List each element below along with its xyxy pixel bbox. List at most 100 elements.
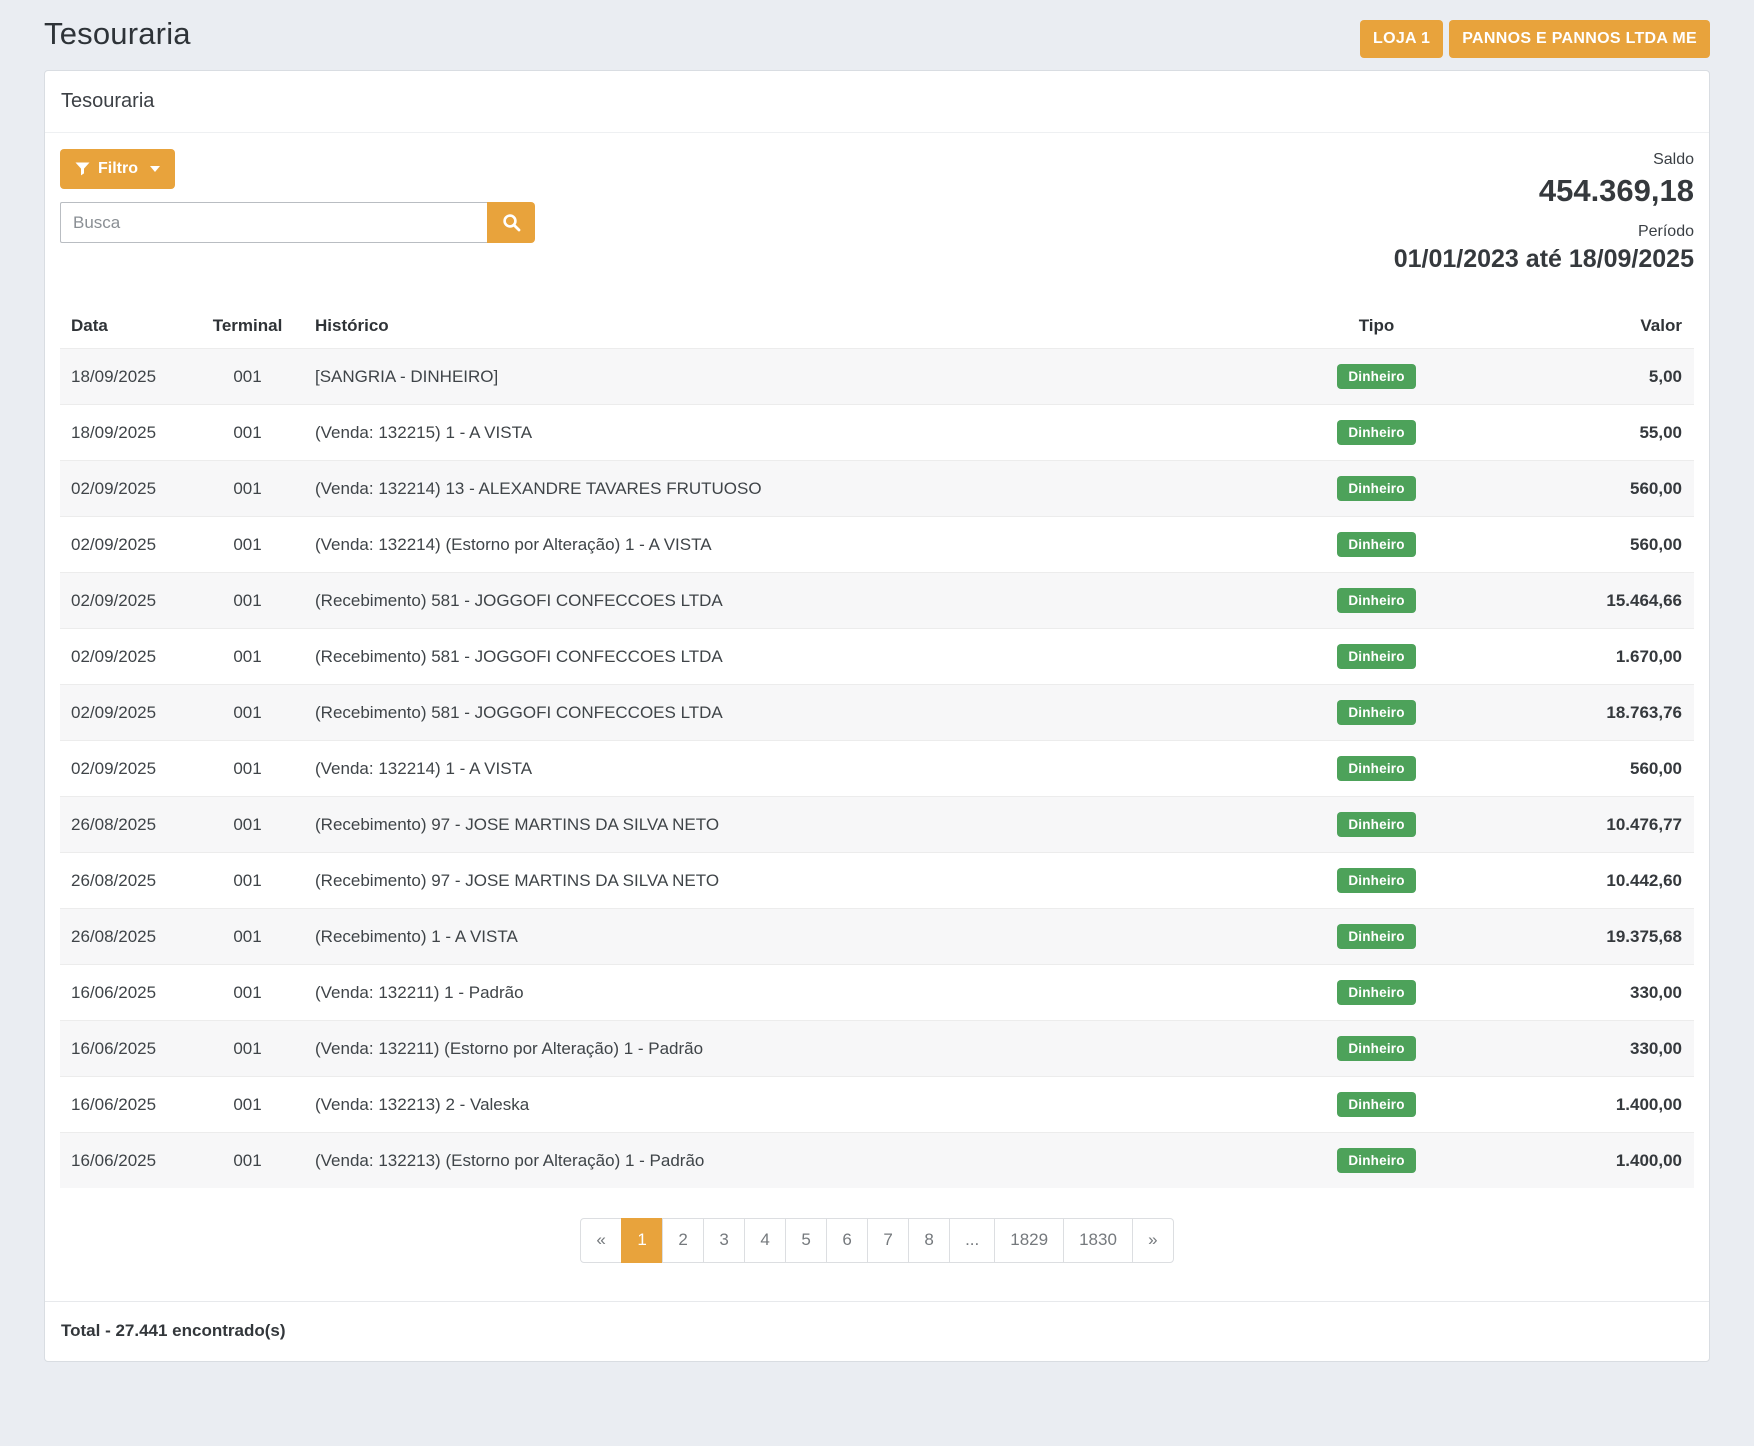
page-button[interactable]: 1830: [1063, 1218, 1133, 1263]
cell-valor: 1.400,00: [1519, 1077, 1694, 1133]
cell-terminal: 001: [190, 1077, 305, 1133]
cell-terminal: 001: [190, 685, 305, 741]
cell-historico: (Venda: 132213) 2 - Valeska: [305, 1077, 1234, 1133]
page-button[interactable]: 1: [621, 1218, 663, 1263]
saldo-label: Saldo: [1394, 151, 1694, 169]
page-button[interactable]: 5: [785, 1218, 827, 1263]
cell-valor: 560,00: [1519, 517, 1694, 573]
top-buttons: LOJA 1 PANNOS E PANNOS LTDA ME: [1360, 14, 1710, 58]
table-row[interactable]: 18/09/2025 001 [SANGRIA - DINHEIRO] Dinh…: [60, 349, 1694, 405]
table-row[interactable]: 02/09/2025 001 (Venda: 132214) 13 - ALEX…: [60, 461, 1694, 517]
funnel-icon: [75, 162, 90, 176]
chevron-down-icon: [150, 166, 160, 172]
cell-tipo: Dinheiro: [1234, 853, 1519, 909]
cell-data: 16/06/2025: [60, 1021, 190, 1077]
table-row[interactable]: 02/09/2025 001 (Venda: 132214) 1 - A VIS…: [60, 741, 1694, 797]
cell-tipo: Dinheiro: [1234, 965, 1519, 1021]
tipo-badge: Dinheiro: [1337, 980, 1415, 1005]
tipo-badge: Dinheiro: [1337, 588, 1415, 613]
summary-panel: Saldo 454.369,18 Período 01/01/2023 até …: [1394, 149, 1694, 274]
cell-valor: 19.375,68: [1519, 909, 1694, 965]
cell-valor: 560,00: [1519, 461, 1694, 517]
table-row[interactable]: 16/06/2025 001 (Venda: 132213) (Estorno …: [60, 1133, 1694, 1189]
page-title: Tesouraria: [44, 14, 191, 52]
tipo-badge: Dinheiro: [1337, 756, 1415, 781]
page-button[interactable]: 7: [867, 1218, 909, 1263]
cell-valor: 1.670,00: [1519, 629, 1694, 685]
table-row[interactable]: 26/08/2025 001 (Recebimento) 97 - JOSE M…: [60, 797, 1694, 853]
cell-tipo: Dinheiro: [1234, 461, 1519, 517]
page-button: ...: [949, 1218, 995, 1263]
tipo-badge: Dinheiro: [1337, 364, 1415, 389]
cell-historico: (Venda: 132211) 1 - Padrão: [305, 965, 1234, 1021]
cell-terminal: 001: [190, 797, 305, 853]
page-button[interactable]: 4: [744, 1218, 786, 1263]
page-button[interactable]: 6: [826, 1218, 868, 1263]
card-body: Filtro: [45, 133, 1709, 1301]
cell-tipo: Dinheiro: [1234, 1133, 1519, 1189]
table-row[interactable]: 02/09/2025 001 (Recebimento) 581 - JOGGO…: [60, 573, 1694, 629]
tipo-badge: Dinheiro: [1337, 420, 1415, 445]
cell-valor: 560,00: [1519, 741, 1694, 797]
cell-terminal: 001: [190, 461, 305, 517]
table-row[interactable]: 26/08/2025 001 (Recebimento) 1 - A VISTA…: [60, 909, 1694, 965]
cell-data: 02/09/2025: [60, 741, 190, 797]
table-row[interactable]: 02/09/2025 001 (Recebimento) 581 - JOGGO…: [60, 629, 1694, 685]
store-button[interactable]: LOJA 1: [1360, 20, 1443, 58]
tipo-badge: Dinheiro: [1337, 924, 1415, 949]
search-icon: [502, 213, 521, 232]
cell-valor: 5,00: [1519, 349, 1694, 405]
cell-historico: (Venda: 132213) (Estorno por Alteração) …: [305, 1133, 1234, 1189]
cell-data: 02/09/2025: [60, 517, 190, 573]
cell-tipo: Dinheiro: [1234, 1077, 1519, 1133]
cell-historico: (Venda: 132211) (Estorno por Alteração) …: [305, 1021, 1234, 1077]
col-data: Data: [60, 304, 190, 349]
cell-tipo: Dinheiro: [1234, 797, 1519, 853]
table-row[interactable]: 16/06/2025 001 (Venda: 132211) (Estorno …: [60, 1021, 1694, 1077]
cell-terminal: 001: [190, 349, 305, 405]
cell-tipo: Dinheiro: [1234, 517, 1519, 573]
cell-tipo: Dinheiro: [1234, 1021, 1519, 1077]
table-row[interactable]: 16/06/2025 001 (Venda: 132211) 1 - Padrã…: [60, 965, 1694, 1021]
transactions-table: Data Terminal Histórico Tipo Valor 18/09…: [60, 304, 1694, 1188]
cell-historico: (Recebimento) 1 - A VISTA: [305, 909, 1234, 965]
card-title: Tesouraria: [45, 71, 1709, 133]
tipo-badge: Dinheiro: [1337, 532, 1415, 557]
page-button[interactable]: 3: [703, 1218, 745, 1263]
table-row[interactable]: 02/09/2025 001 (Venda: 132214) (Estorno …: [60, 517, 1694, 573]
tipo-badge: Dinheiro: [1337, 700, 1415, 725]
page-button[interactable]: 2: [662, 1218, 704, 1263]
table-row[interactable]: 18/09/2025 001 (Venda: 132215) 1 - A VIS…: [60, 405, 1694, 461]
cell-valor: 1.400,00: [1519, 1133, 1694, 1189]
cell-terminal: 001: [190, 909, 305, 965]
tipo-badge: Dinheiro: [1337, 812, 1415, 837]
page-button[interactable]: 1829: [994, 1218, 1064, 1263]
table-header: Data Terminal Histórico Tipo Valor: [60, 304, 1694, 349]
cell-tipo: Dinheiro: [1234, 741, 1519, 797]
cell-data: 16/06/2025: [60, 1077, 190, 1133]
search-input[interactable]: [60, 202, 487, 243]
cell-data: 16/06/2025: [60, 965, 190, 1021]
total-footer: Total - 27.441 encontrado(s): [45, 1301, 1709, 1361]
cell-data: 02/09/2025: [60, 685, 190, 741]
table-row[interactable]: 16/06/2025 001 (Venda: 132213) 2 - Vales…: [60, 1077, 1694, 1133]
page-button[interactable]: «: [580, 1218, 622, 1263]
cell-historico: (Venda: 132214) (Estorno por Alteração) …: [305, 517, 1234, 573]
cell-valor: 18.763,76: [1519, 685, 1694, 741]
tipo-badge: Dinheiro: [1337, 644, 1415, 669]
table-row[interactable]: 26/08/2025 001 (Recebimento) 97 - JOSE M…: [60, 853, 1694, 909]
table-row[interactable]: 02/09/2025 001 (Recebimento) 581 - JOGGO…: [60, 685, 1694, 741]
page: Tesouraria LOJA 1 PANNOS E PANNOS LTDA M…: [0, 0, 1754, 1374]
page-button[interactable]: 8: [908, 1218, 950, 1263]
cell-valor: 330,00: [1519, 1021, 1694, 1077]
pagination: «12345678...18291830»: [580, 1218, 1174, 1263]
toolbar: Filtro: [60, 149, 1694, 274]
cell-terminal: 001: [190, 405, 305, 461]
page-button[interactable]: »: [1132, 1218, 1174, 1263]
filter-button[interactable]: Filtro: [60, 149, 175, 189]
cell-terminal: 001: [190, 853, 305, 909]
search-button[interactable]: [487, 202, 535, 243]
company-button[interactable]: PANNOS E PANNOS LTDA ME: [1449, 20, 1710, 58]
cell-terminal: 001: [190, 629, 305, 685]
cell-tipo: Dinheiro: [1234, 629, 1519, 685]
